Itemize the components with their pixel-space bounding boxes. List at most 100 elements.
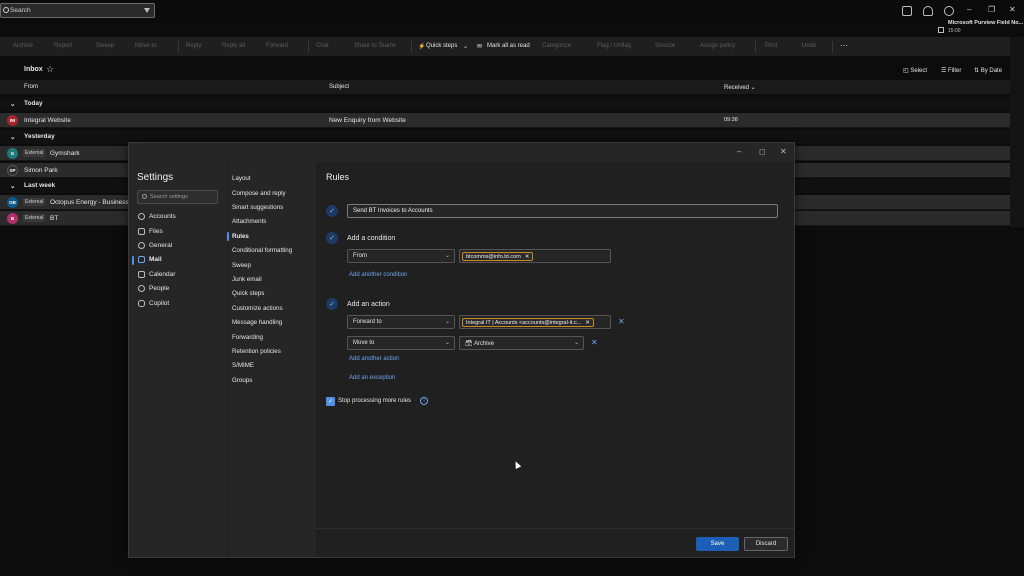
subnav-customize-actions[interactable]: Customize actions [232, 305, 283, 312]
message-sender: Octopus Energy - Business [50, 199, 129, 206]
reply-button[interactable]: Reply [186, 43, 201, 49]
nav-accounts[interactable]: Accounts [138, 213, 176, 220]
info-icon[interactable]: i [420, 397, 428, 405]
sweep-button[interactable]: Sweep [96, 43, 114, 49]
condition-value-field[interactable]: btcomms@info.bt.com ✕ [459, 249, 611, 263]
discard-button[interactable]: Discard [744, 537, 788, 551]
subnav-quick-steps[interactable]: Quick steps [232, 290, 264, 297]
subnav-junk-email[interactable]: Junk email [232, 276, 262, 283]
remove-tag-icon[interactable]: ✕ [585, 320, 590, 326]
close-window-icon[interactable]: ✕ [1009, 5, 1016, 14]
action1-type-dropdown[interactable]: Forward to ⌄ [347, 315, 455, 329]
search-input[interactable]: Search [10, 7, 31, 14]
nav-copilot[interactable]: Copilot [138, 300, 169, 307]
subnav-conditional-formatting[interactable]: Conditional formatting [232, 247, 292, 254]
chevron-down-icon: ⌄ [444, 340, 450, 346]
message-sender: Integral Website [24, 117, 71, 124]
archive-button[interactable]: Archive [13, 43, 33, 49]
rule-name-input[interactable]: Send BT Invoices to Accounts [347, 204, 778, 218]
add-exception-link[interactable]: Add an exception [349, 375, 395, 381]
chevron-down-icon[interactable]: ⌄ [463, 43, 468, 50]
assign-policy-button[interactable]: Assign policy [700, 43, 735, 49]
meet-icon[interactable] [902, 6, 912, 16]
subnav-forwarding[interactable]: Forwarding [232, 334, 263, 341]
avatar: IW [7, 115, 18, 126]
nav-people[interactable]: People [138, 285, 169, 292]
mark-all-read-button[interactable]: Mark all as read [487, 43, 530, 49]
column-received[interactable]: Received ⌄ [724, 84, 756, 91]
restore-icon[interactable]: ❐ [988, 5, 995, 14]
scrollbar[interactable] [1010, 37, 1024, 227]
settings-search-input[interactable]: Search settings [150, 194, 188, 200]
external-badge: External [23, 214, 46, 222]
check-icon: ✓ [326, 205, 338, 217]
subnav-rules[interactable]: Rules [232, 233, 249, 240]
subnav-attachments[interactable]: Attachments [232, 218, 266, 225]
reply-all-button[interactable]: Reply all [222, 43, 245, 49]
forward-button[interactable]: Forward [266, 43, 288, 49]
subnav-smime[interactable]: S/MIME [232, 362, 254, 369]
minimize-icon[interactable]: – [967, 5, 971, 14]
settings-search[interactable]: Search settings [137, 190, 218, 204]
stop-processing-checkbox[interactable]: ✓ [326, 397, 335, 406]
column-from[interactable]: From [24, 84, 38, 90]
chat-button[interactable]: Chat [316, 43, 329, 49]
dialog-maximize-icon[interactable]: ◻ [759, 147, 766, 156]
nav-general[interactable]: General [138, 242, 172, 249]
snooze-button[interactable]: Snooze [655, 43, 675, 49]
nav-files[interactable]: Files [138, 228, 163, 235]
bell-icon[interactable] [923, 6, 933, 16]
subnav-smart-suggestions[interactable]: Smart suggestions [232, 204, 283, 211]
dialog-close-icon[interactable]: ✕ [780, 147, 787, 156]
delete-action2-icon[interactable]: ✕ [591, 338, 598, 347]
action2-type-dropdown[interactable]: Move to ⌄ [347, 336, 455, 350]
sort-by-date-button[interactable]: ⇅ By Date [974, 67, 1002, 74]
chevron-down-icon: ⌄ [444, 319, 450, 325]
subnav-compose[interactable]: Compose and reply [232, 190, 286, 197]
envelope-icon: ✉ [477, 44, 483, 50]
undo-button[interactable]: Undo [802, 43, 816, 49]
share-teams-button[interactable]: Share to Teams [354, 43, 396, 49]
add-another-condition-link[interactable]: Add another condition [349, 272, 407, 278]
more-options-icon[interactable]: ··· [840, 41, 848, 50]
star-icon[interactable]: ☆ [46, 64, 54, 75]
gear-icon[interactable] [944, 6, 954, 16]
save-button[interactable]: Save [696, 537, 739, 551]
search-filter-icon[interactable] [144, 8, 150, 13]
subnav-retention-policies[interactable]: Retention policies [232, 348, 281, 355]
filter-button[interactable]: ☰ Filter [941, 67, 961, 74]
column-subject[interactable]: Subject [329, 84, 349, 90]
mail-icon [138, 256, 145, 263]
nav-mail[interactable]: Mail [138, 256, 162, 263]
search-icon [3, 7, 9, 13]
action1-value-field[interactable]: Integral IT | Accounts <accounts@integra… [459, 315, 611, 329]
subnav-message-handling[interactable]: Message handling [232, 319, 282, 326]
move-to-button[interactable]: Move to [135, 43, 156, 49]
report-button[interactable]: Report [54, 43, 72, 49]
message-row[interactable]: IW Integral Website New Enquiry from Web… [0, 113, 1010, 128]
select-button[interactable]: ◰ Select [903, 67, 927, 74]
delete-action1-icon[interactable]: ✕ [618, 317, 625, 326]
flag-button[interactable]: Flag / Unflag [597, 43, 631, 49]
action2-folder-dropdown[interactable]: 🗃 Archive ⌄ [459, 336, 584, 350]
quick-steps-button[interactable]: Quick steps [426, 43, 457, 49]
chevron-down-icon: ⌄ [444, 253, 450, 259]
notification-time: 15:00 [948, 28, 961, 34]
check-icon: ✓ [326, 232, 338, 244]
group-today[interactable]: ⌄ Today [0, 97, 1010, 111]
remove-tag-icon[interactable]: ✕ [525, 254, 530, 260]
nav-calendar[interactable]: Calendar [138, 271, 175, 278]
subnav-groups[interactable]: Groups [232, 377, 252, 384]
add-another-action-link[interactable]: Add another action [349, 356, 399, 362]
subnav-layout[interactable]: Layout [232, 175, 251, 182]
search-box[interactable]: Search [0, 3, 155, 18]
archive-folder-value: 🗃 Archive [465, 341, 494, 347]
notification-title[interactable]: Microsoft Purview Field No... [948, 20, 1024, 26]
subnav-sweep[interactable]: Sweep [232, 262, 251, 269]
print-button[interactable]: Print [765, 43, 777, 49]
dialog-minimize-icon[interactable]: – [737, 147, 741, 156]
copilot-icon [138, 300, 145, 307]
categorize-button[interactable]: Categorize [542, 43, 571, 49]
condition-type-dropdown[interactable]: From ⌄ [347, 249, 455, 263]
people-icon [138, 285, 145, 292]
